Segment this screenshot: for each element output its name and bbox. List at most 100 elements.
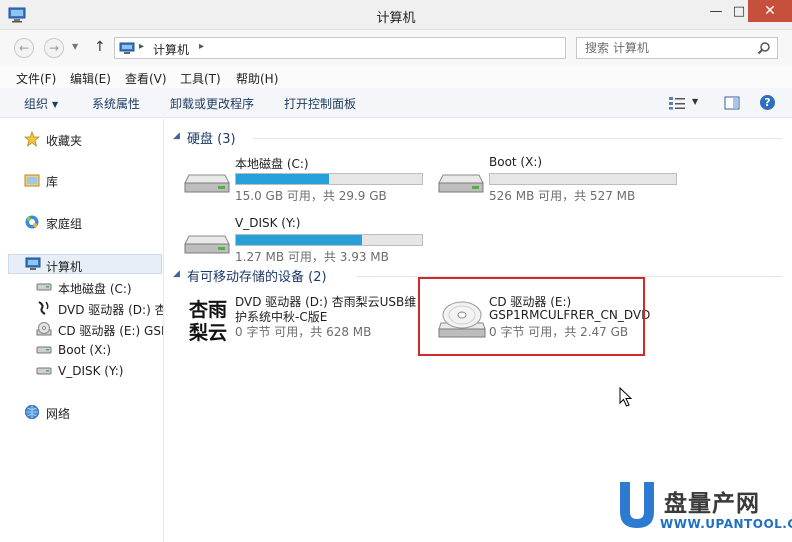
- navigation-bar: ← → ▼ ↑ ▸ 计算机 ▸ ▼ ↻: [0, 30, 792, 66]
- arrow-up-icon: ↑: [94, 39, 106, 55]
- preview-pane-icon[interactable]: [724, 96, 740, 110]
- organize-label: 组织: [24, 97, 49, 111]
- drive-size-text: 526 MB 可用，共 527 MB: [489, 189, 636, 203]
- dvd-label-art-top: 杏雨: [188, 298, 227, 321]
- up-button[interactable]: ↑: [94, 39, 106, 55]
- drive-size-text: 0 字节 可用，共 628 MB: [235, 325, 372, 339]
- sidebar-item-label: 网络: [46, 407, 71, 421]
- hard-drive-icon: [36, 363, 52, 380]
- highlight-box: [418, 277, 645, 356]
- sidebar-item-drive-y[interactable]: V_DISK (Y:): [0, 361, 163, 381]
- title-bar: 计算机 — □ ✕: [0, 0, 792, 30]
- drive-usage-bar: [489, 173, 677, 185]
- sidebar-item-drive-d[interactable]: DVD 驱动器 (D:) 杏: [0, 298, 163, 318]
- sidebar-item-label: 收藏夹: [46, 134, 83, 148]
- sidebar-item-label: CD 驱动器 (E:) GSP: [58, 324, 163, 338]
- back-button[interactable]: ←: [14, 38, 34, 58]
- menu-help[interactable]: 帮助(H): [236, 70, 278, 87]
- sidebar-item-drive-c[interactable]: 本地磁盘 (C:): [0, 277, 163, 297]
- homegroup-icon: [24, 214, 40, 232]
- sidebar-item-label: 本地磁盘 (C:): [58, 282, 132, 296]
- library-icon: [24, 172, 40, 190]
- breadcrumb-separator-icon[interactable]: ▸: [139, 41, 144, 52]
- watermark: 盘量产网 WWW.UPANTOOL.COM: [614, 480, 792, 542]
- menu-view[interactable]: 查看(V): [125, 70, 167, 87]
- dvd-label-art: 杏雨 梨云: [188, 298, 227, 343]
- search-icon[interactable]: [757, 41, 771, 55]
- hard-drive-icon: [184, 174, 230, 193]
- drive-usage-bar: [235, 234, 423, 246]
- sidebar-item-drive-x[interactable]: Boot (X:): [0, 340, 163, 360]
- address-bar[interactable]: ▸ 计算机 ▸ ▼ ↻: [114, 37, 668, 59]
- chevron-down-icon[interactable]: ◢: [173, 131, 180, 141]
- system-properties-button[interactable]: 系统属性: [92, 95, 140, 112]
- arrow-left-icon: ←: [18, 41, 30, 55]
- menu-bar: 文件(F) 编辑(E) 查看(V) 工具(T) 帮助(H): [0, 66, 792, 88]
- sidebar-item-label: 家庭组: [46, 217, 83, 231]
- open-control-panel-button[interactable]: 打开控制面板: [284, 95, 356, 112]
- maximize-button[interactable]: □: [730, 0, 748, 22]
- cd-drive-icon: [36, 321, 52, 339]
- cursor-icon: [619, 387, 633, 407]
- recent-locations-dropdown[interactable]: ▼: [72, 42, 78, 51]
- view-options-icon[interactable]: [668, 96, 686, 110]
- u-logo-icon: [620, 482, 654, 528]
- hard-drive-icon: [184, 235, 230, 254]
- sidebar-item-label: 计算机: [46, 260, 83, 274]
- sidebar-item-network[interactable]: 网络: [0, 402, 163, 422]
- minimize-button[interactable]: —: [702, 0, 730, 22]
- chevron-down-icon[interactable]: ◢: [173, 269, 180, 279]
- command-bar: 组织 ▼ 系统属性 卸载或更改程序 打开控制面板 ▼ ?: [0, 88, 792, 118]
- watermark-url: WWW.UPANTOOL.COM: [660, 517, 792, 531]
- sidebar-item-favorites[interactable]: 收藏夹: [0, 129, 163, 149]
- drive-usage-fill: [236, 174, 329, 184]
- drive-name: V_DISK (Y:): [235, 216, 301, 230]
- breadcrumb-computer[interactable]: 计算机: [153, 41, 189, 58]
- drive-usage-bar: [235, 173, 423, 185]
- chevron-down-icon: ▼: [52, 100, 59, 109]
- drive-tile-y[interactable]: V_DISK (Y:) 1.27 MB 可用，共 3.93 MB: [183, 216, 433, 272]
- drive-usage-fill: [236, 235, 363, 245]
- hard-drive-icon: [36, 342, 52, 359]
- chevron-down-icon[interactable]: ▼: [692, 97, 698, 106]
- window-title: 计算机: [376, 11, 416, 26]
- drive-tile-c[interactable]: 本地磁盘 (C:) 15.0 GB 可用，共 29.9 GB: [183, 155, 433, 211]
- group-header-hard-disks[interactable]: ◢ 硬盘 (3): [165, 128, 792, 147]
- sidebar-item-homegroup[interactable]: 家庭组: [0, 212, 163, 232]
- sidebar-item-label: DVD 驱动器 (D:) 杏: [58, 303, 163, 317]
- sidebar-item-libraries[interactable]: 库: [0, 170, 163, 190]
- sidebar-item-computer[interactable]: 计算机: [8, 254, 162, 274]
- search-box[interactable]: [576, 37, 778, 59]
- star-icon: [23, 130, 41, 149]
- search-input[interactable]: [577, 38, 753, 58]
- group-title: 有可移动存储的设备 (2): [187, 270, 327, 285]
- network-icon: [24, 404, 40, 422]
- drive-name: 本地磁盘 (C:): [235, 157, 309, 171]
- close-button[interactable]: ✕: [748, 0, 792, 22]
- hard-drive-icon: [438, 174, 484, 193]
- breadcrumb-separator-icon[interactable]: ▸: [199, 41, 204, 52]
- hard-drive-icon: [36, 279, 52, 296]
- forward-button[interactable]: →: [44, 38, 64, 58]
- menu-edit[interactable]: 编辑(E): [70, 70, 111, 87]
- dvd-drive-icon: [36, 300, 52, 318]
- sidebar-item-label: 库: [46, 175, 59, 189]
- computer-icon: [25, 257, 41, 273]
- drive-size-text: 15.0 GB 可用，共 29.9 GB: [235, 189, 387, 203]
- dvd-label-art-bottom: 梨云: [188, 321, 227, 343]
- help-icon[interactable]: ?: [760, 95, 775, 110]
- computer-icon: [119, 42, 135, 54]
- drive-size-text: 1.27 MB 可用，共 3.93 MB: [235, 250, 389, 264]
- uninstall-program-button[interactable]: 卸载或更改程序: [170, 95, 254, 112]
- drive-tile-x[interactable]: Boot (X:) 526 MB 可用，共 527 MB: [437, 155, 687, 211]
- navigation-pane: 收藏夹 库 家庭组 计算机 本地磁盘 (C:) DVD 驱动器 (D:) 杏 C…: [0, 119, 164, 542]
- drive-tile-d[interactable]: 杏雨 梨云 DVD 驱动器 (D:) 杏雨梨云USB维 护系统中秋-C版E 0 …: [183, 293, 423, 353]
- sidebar-item-label: Boot (X:): [58, 343, 112, 357]
- organize-button[interactable]: 组织 ▼: [24, 95, 58, 112]
- group-divider: [253, 138, 782, 139]
- menu-tools[interactable]: 工具(T): [180, 70, 221, 87]
- menu-file[interactable]: 文件(F): [16, 70, 56, 87]
- sidebar-item-drive-e[interactable]: CD 驱动器 (E:) GSP: [0, 319, 163, 339]
- sidebar-item-label: V_DISK (Y:): [58, 364, 124, 378]
- watermark-brand: 盘量产网: [664, 491, 760, 517]
